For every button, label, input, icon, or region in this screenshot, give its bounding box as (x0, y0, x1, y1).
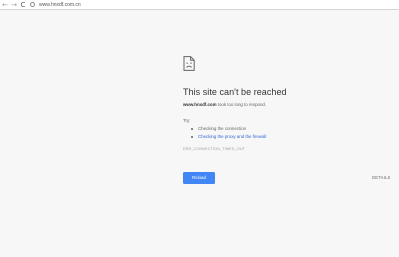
url-text[interactable]: www.hnxdf.com.cn (39, 1, 81, 9)
browser-toolbar: ← → C www.hnxdf.com.cn (0, 0, 399, 10)
error-summary-text: took too long to respond. (216, 102, 267, 107)
error-domain: www.hnxdf.com (183, 102, 217, 107)
back-icon[interactable]: ← (1, 0, 9, 10)
try-label: Try: (183, 118, 191, 123)
reload-button[interactable]: Reload (183, 172, 215, 184)
suggestion-check-connection: Checking the connection (190, 125, 266, 133)
address-bar[interactable]: www.hnxdf.com.cn (29, 1, 398, 9)
page-info-icon[interactable] (30, 2, 35, 7)
error-code: ERR_CONNECTION_TIMED_OUT (183, 147, 246, 151)
forward-icon[interactable]: → (10, 0, 18, 10)
suggestion-check-proxy-link[interactable]: Checking the proxy and the firewall (190, 133, 266, 141)
sad-document-icon (183, 56, 195, 71)
error-heading: This site can't be reached (183, 87, 287, 97)
reload-icon[interactable]: C (19, 0, 27, 10)
suggestion-list: Checking the connection Checking the pro… (190, 125, 266, 141)
details-button[interactable]: DETAILS (372, 175, 391, 180)
error-summary: www.hnxdf.com took too long to respond. (183, 102, 266, 107)
